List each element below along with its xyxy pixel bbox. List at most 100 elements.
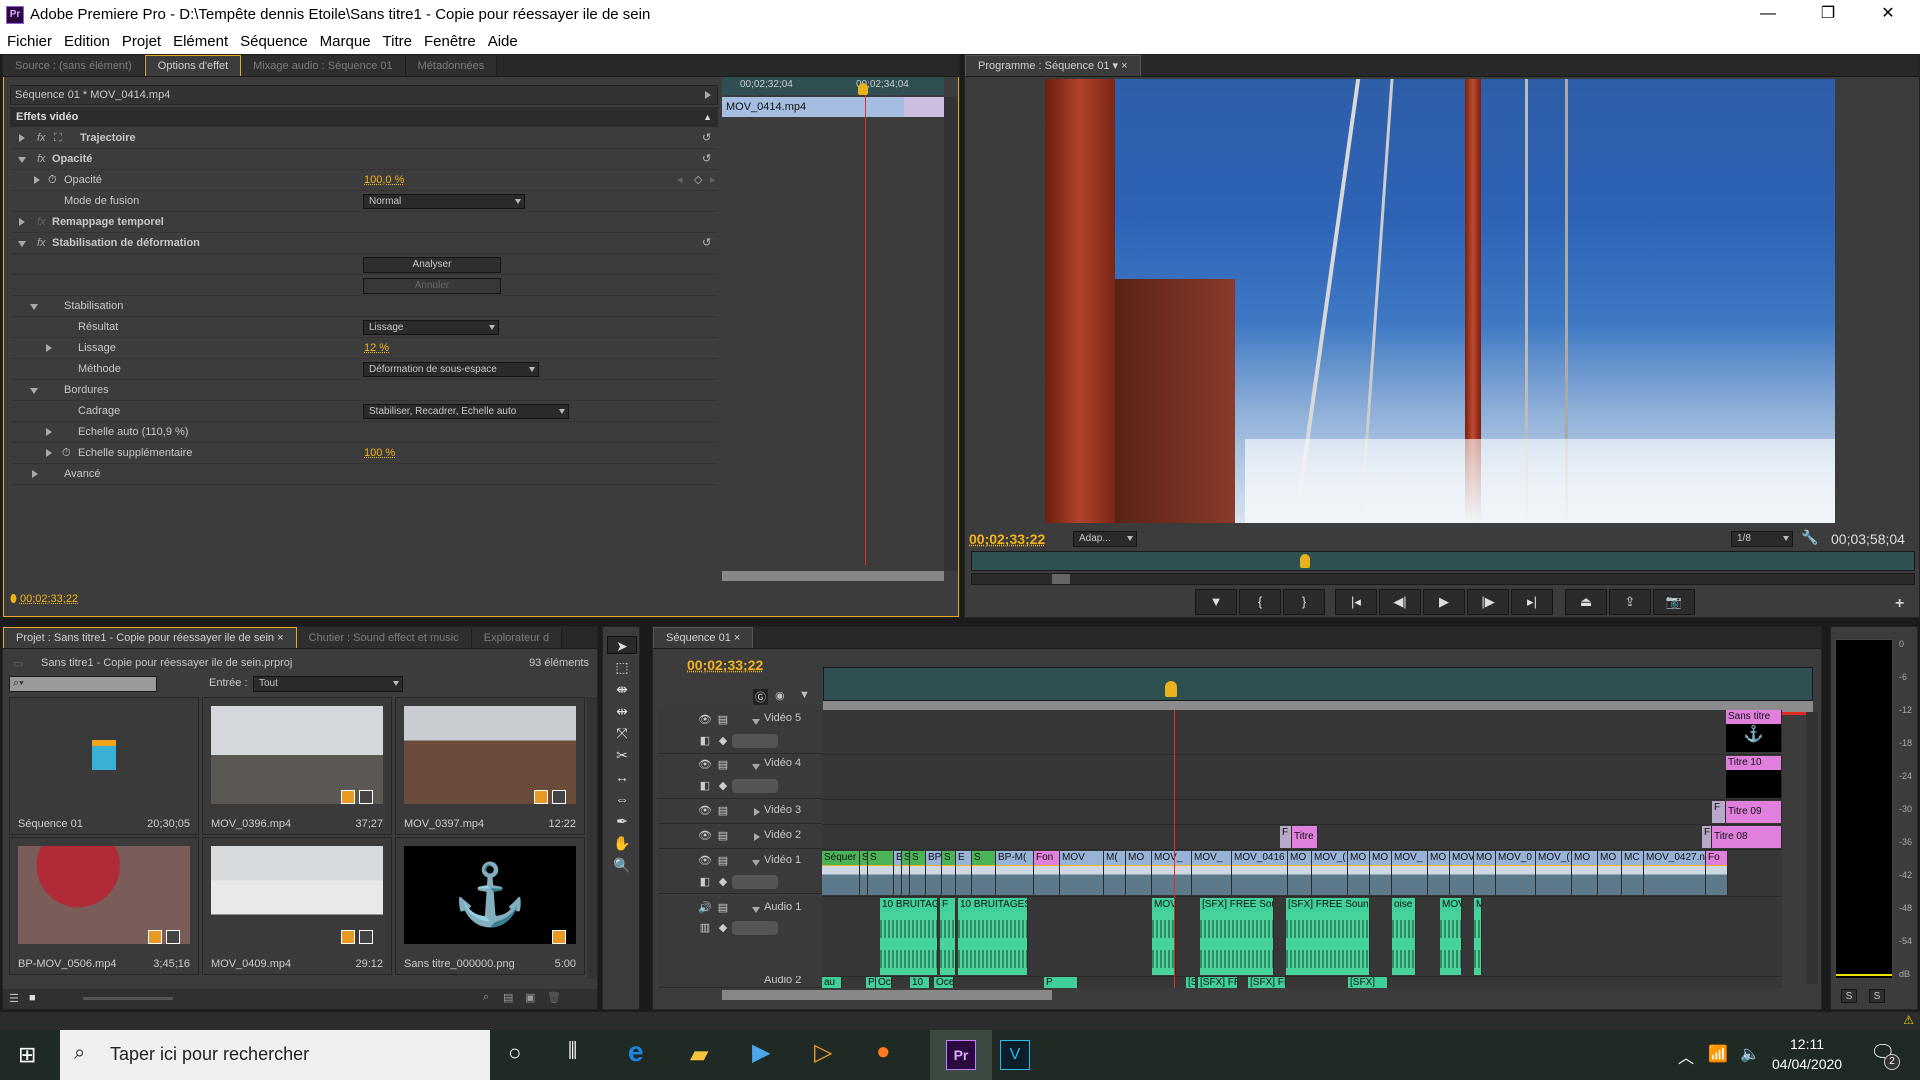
clip-a2-0[interactable]: au bbox=[822, 977, 842, 988]
tab-effect-options[interactable]: Options d'effet bbox=[144, 55, 242, 76]
result-dropdown[interactable]: Lissage bbox=[363, 320, 499, 335]
clip-v1-32[interactable]: Fo bbox=[1706, 851, 1728, 895]
clip-v1-6[interactable]: BP bbox=[926, 851, 942, 895]
keyframe-navigator[interactable] bbox=[732, 734, 778, 748]
menu-fenetre[interactable]: Fenêtre bbox=[417, 30, 481, 50]
clip-v2-2[interactable]: F bbox=[1702, 826, 1712, 848]
delete-icon[interactable]: 🗑 bbox=[547, 991, 561, 1004]
add-button-icon[interactable]: + bbox=[1895, 595, 1904, 613]
framing-dropdown[interactable]: Stabiliser, Recadrer, Echelle auto bbox=[363, 404, 569, 419]
add-marker-icon[interactable]: ▼ bbox=[799, 689, 810, 701]
tab-source[interactable]: Source : (sans élément) bbox=[3, 56, 145, 76]
clip-v1-4[interactable]: S bbox=[902, 851, 910, 895]
play-button[interactable]: ▶ bbox=[1423, 589, 1465, 615]
clip-v1-8[interactable]: E bbox=[956, 851, 972, 895]
expand-icon[interactable] bbox=[46, 449, 52, 457]
mark-in-button[interactable]: { bbox=[1239, 589, 1281, 615]
slide-tool-icon[interactable]: ⇔ bbox=[607, 790, 637, 808]
edge-icon[interactable]: e bbox=[628, 1036, 644, 1068]
minimize-button[interactable]: — bbox=[1745, 0, 1791, 30]
timeline-current-time[interactable]: 00;02;33;22 bbox=[687, 657, 763, 673]
wrench-icon[interactable]: 🔧 bbox=[1801, 529, 1818, 546]
video-player-icon[interactable]: ▷ bbox=[814, 1038, 832, 1067]
clip-a1-0[interactable]: 10 BRUITAGI bbox=[880, 898, 938, 975]
step-back-button[interactable]: ◀| bbox=[1379, 589, 1421, 615]
project-item-png[interactable]: ⚓ Sans titre_000000.png 5:00 bbox=[395, 837, 585, 975]
project-item-bp-mov0506[interactable]: BP-MOV_0506.mp4 3;45;16 bbox=[9, 837, 199, 975]
tab-bin[interactable]: Chutier : Sound effect et music bbox=[296, 628, 472, 648]
stopwatch-icon[interactable]: ⏱ bbox=[62, 443, 71, 463]
tab-project[interactable]: Projet : Sans titre1 - Copie pour réessa… bbox=[3, 627, 297, 648]
show-hidden-icons-icon[interactable]: ︿ bbox=[1678, 1044, 1694, 1068]
clip-v1-10[interactable]: BP-M( bbox=[996, 851, 1034, 895]
list-view-icon[interactable]: ☰ bbox=[9, 992, 19, 1005]
expand-arrow-icon[interactable] bbox=[705, 91, 711, 99]
collapse-icon[interactable] bbox=[30, 388, 38, 394]
current-time-display[interactable]: ⬮ 00;02;33;22 bbox=[10, 593, 78, 606]
zoom-slider[interactable] bbox=[83, 997, 173, 1000]
add-marker-button[interactable]: ▼ bbox=[1195, 589, 1237, 615]
tab-audio-mixer[interactable]: Mixage audio : Séquence 01 bbox=[241, 56, 406, 76]
reset-icon[interactable]: ↺ bbox=[702, 233, 711, 253]
clip-a2-9[interactable]: [SFX] bbox=[1348, 977, 1388, 988]
folder-up-icon[interactable]: ▭ bbox=[13, 657, 23, 670]
clip-a2-8[interactable]: [SFX] FI bbox=[1248, 977, 1286, 988]
clip-v1-24[interactable]: MOV bbox=[1450, 851, 1474, 895]
clip-v1-17[interactable]: MOV_0416 bbox=[1232, 851, 1288, 895]
menu-edition[interactable]: Edition bbox=[57, 30, 115, 50]
solo-left-button[interactable]: S bbox=[1841, 989, 1857, 1003]
clock-date[interactable]: 04/04/2020 bbox=[1772, 1056, 1842, 1072]
find-icon[interactable]: ⌕ bbox=[483, 991, 489, 1004]
vertical-scrollbar[interactable] bbox=[944, 97, 958, 571]
playhead-icon[interactable] bbox=[1300, 554, 1310, 568]
clip-v1-25[interactable]: MO bbox=[1474, 851, 1496, 895]
maximize-button[interactable]: ❐ bbox=[1805, 0, 1851, 30]
tab-explorer[interactable]: Explorateur d bbox=[471, 628, 563, 648]
windows-start-icon[interactable]: ⊞ bbox=[18, 1042, 36, 1068]
menu-fichier[interactable]: Fichier bbox=[0, 30, 57, 50]
sync-lock-icon[interactable]: ▤ bbox=[716, 713, 730, 727]
blend-mode-dropdown[interactable]: Normal bbox=[363, 194, 525, 209]
menu-sequence[interactable]: Séquence bbox=[233, 30, 313, 50]
eye-icon[interactable]: 👁 bbox=[698, 829, 712, 843]
collapse-icon[interactable] bbox=[752, 860, 760, 866]
task-view-icon[interactable]: ⫼ bbox=[568, 1040, 577, 1063]
eye-icon[interactable]: 👁 bbox=[698, 804, 712, 818]
clip-v2-0[interactable]: F bbox=[1280, 826, 1292, 848]
effect-row-opacite[interactable]: fx Opacité ↺ bbox=[12, 149, 718, 170]
speaker-icon[interactable]: 🔊 bbox=[698, 901, 712, 915]
clip-v1-14[interactable]: MO bbox=[1126, 851, 1152, 895]
program-current-time[interactable]: 00;02;33;22 bbox=[969, 531, 1045, 547]
timeline-vertical-scrollbar[interactable] bbox=[1806, 712, 1818, 984]
analyse-button[interactable]: Analyser bbox=[363, 257, 501, 273]
fit-dropdown[interactable]: Adap... bbox=[1073, 531, 1137, 547]
group-stabilisation[interactable]: Stabilisation bbox=[12, 296, 718, 317]
menu-titre[interactable]: Titre bbox=[376, 30, 417, 50]
clip-v1-3[interactable]: B bbox=[894, 851, 902, 895]
step-forward-button[interactable]: |▶ bbox=[1467, 589, 1509, 615]
playhead-icon[interactable] bbox=[858, 83, 868, 95]
clip-a2-1[interactable]: Pe bbox=[866, 977, 876, 988]
clip-v1-27[interactable]: MOV_( bbox=[1536, 851, 1572, 895]
rate-stretch-tool-icon[interactable]: ⤧ bbox=[607, 724, 637, 742]
clip-v1-11[interactable]: Fon bbox=[1034, 851, 1060, 895]
clip-v3-0[interactable]: F bbox=[1712, 801, 1726, 823]
clip-v1-31[interactable]: MOV_0427.n bbox=[1644, 851, 1706, 895]
method-dropdown[interactable]: Déformation de sous-espace bbox=[363, 362, 539, 377]
sync-lock-icon[interactable]: ▤ bbox=[716, 854, 730, 868]
sync-lock-icon[interactable]: ▤ bbox=[716, 829, 730, 843]
mini-timeline-scrollbar[interactable] bbox=[722, 571, 944, 581]
wifi-icon[interactable]: 📶 bbox=[1708, 1044, 1728, 1064]
ripple-edit-tool-icon[interactable]: ⇼ bbox=[607, 680, 637, 698]
clip-v2-1[interactable]: Titre bbox=[1292, 826, 1318, 848]
tab-program[interactable]: Programme : Séquence 01 ▾ × bbox=[965, 55, 1141, 76]
expand-icon[interactable] bbox=[46, 344, 52, 352]
collapse-icon[interactable] bbox=[752, 719, 760, 725]
effect-row-trajectoire[interactable]: fx ⛶ Trajectoire ↺ bbox=[12, 128, 718, 149]
go-to-out-button[interactable]: ▸| bbox=[1511, 589, 1553, 615]
icon-view-icon[interactable]: ■ bbox=[29, 992, 36, 1004]
export-frame-button[interactable]: 📷 bbox=[1653, 589, 1695, 615]
clip-a1-3[interactable]: MOV_ bbox=[1152, 898, 1176, 975]
tab-sequence[interactable]: Séquence 01 × bbox=[653, 627, 754, 648]
clip-v1-13[interactable]: M( bbox=[1104, 851, 1126, 895]
